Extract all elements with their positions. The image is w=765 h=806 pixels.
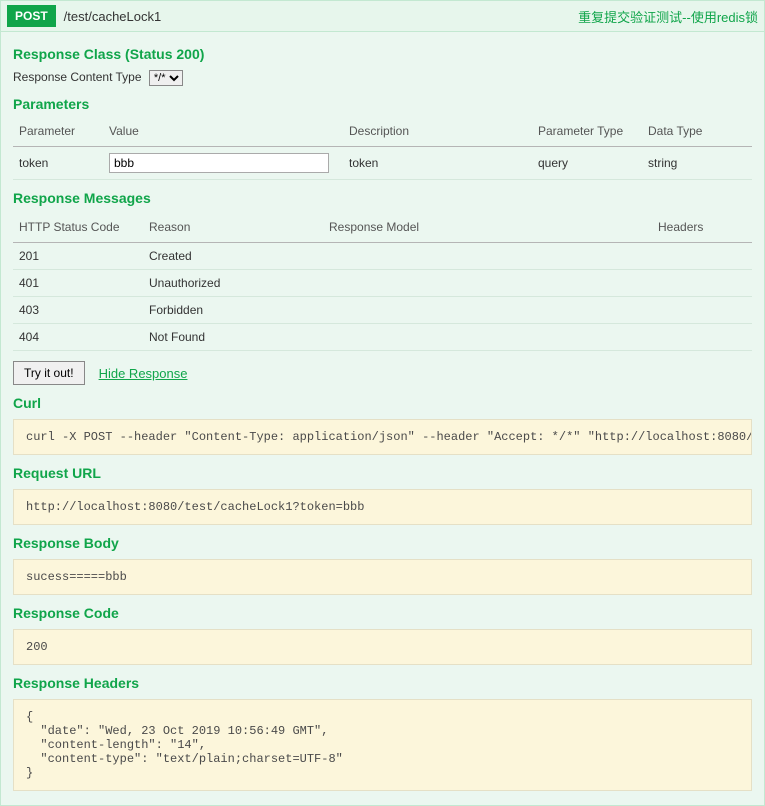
- endpoint-path: /test/cacheLock1: [64, 9, 162, 24]
- status-reason: Forbidden: [143, 297, 323, 324]
- content-type-select[interactable]: */*: [149, 70, 183, 86]
- col-value: Value: [103, 120, 343, 147]
- parameters-header-row: Parameter Value Description Parameter Ty…: [13, 120, 752, 147]
- response-messages-title: Response Messages: [13, 190, 752, 206]
- response-messages-header-row: HTTP Status Code Reason Response Model H…: [13, 214, 752, 243]
- curl-command: curl -X POST --header "Content-Type: app…: [26, 430, 752, 444]
- col-param-type: Parameter Type: [532, 120, 642, 147]
- status-code: 401: [13, 270, 143, 297]
- actions-row: Try it out! Hide Response: [13, 361, 752, 385]
- table-row: 201 Created: [13, 243, 752, 270]
- operation-panel: POST /test/cacheLock1 重复提交验证测试--使用redis锁…: [0, 0, 765, 806]
- try-it-out-button[interactable]: Try it out!: [13, 361, 85, 385]
- response-headers-title: Response Headers: [13, 675, 752, 691]
- col-http-status: HTTP Status Code: [13, 214, 143, 243]
- status-reason: Not Found: [143, 324, 323, 351]
- status-code: 403: [13, 297, 143, 324]
- status-reason: Unauthorized: [143, 270, 323, 297]
- request-url-box: http://localhost:8080/test/cacheLock1?to…: [13, 489, 752, 525]
- status-reason: Created: [143, 243, 323, 270]
- status-code: 404: [13, 324, 143, 351]
- response-body-title: Response Body: [13, 535, 752, 551]
- response-code-box: 200: [13, 629, 752, 665]
- response-class-title: Response Class (Status 200): [13, 46, 752, 62]
- request-url-title: Request URL: [13, 465, 752, 481]
- operation-body: Response Class (Status 200) Response Con…: [1, 32, 764, 805]
- curl-title: Curl: [13, 395, 752, 411]
- col-description: Description: [343, 120, 532, 147]
- col-parameter: Parameter: [13, 120, 103, 147]
- col-response-model: Response Model: [323, 214, 652, 243]
- table-row: 404 Not Found: [13, 324, 752, 351]
- hide-response-link[interactable]: Hide Response: [99, 366, 188, 381]
- table-row: token token query string: [13, 147, 752, 180]
- param-value-input[interactable]: [109, 153, 329, 173]
- param-data-type: string: [642, 147, 752, 180]
- response-code-title: Response Code: [13, 605, 752, 621]
- parameters-table: Parameter Value Description Parameter Ty…: [13, 120, 752, 180]
- response-headers-box: { "date": "Wed, 23 Oct 2019 10:56:49 GMT…: [13, 699, 752, 791]
- status-code: 201: [13, 243, 143, 270]
- operation-header[interactable]: POST /test/cacheLock1 重复提交验证测试--使用redis锁: [1, 1, 764, 32]
- operation-summary: 重复提交验证测试--使用redis锁: [578, 7, 758, 26]
- content-type-label: Response Content Type: [13, 70, 142, 84]
- response-messages-table: HTTP Status Code Reason Response Model H…: [13, 214, 752, 351]
- http-method-badge: POST: [7, 5, 56, 27]
- col-headers: Headers: [652, 214, 752, 243]
- response-body-box: sucess=====bbb: [13, 559, 752, 595]
- parameters-title: Parameters: [13, 96, 752, 112]
- param-type: query: [532, 147, 642, 180]
- table-row: 401 Unauthorized: [13, 270, 752, 297]
- table-row: 403 Forbidden: [13, 297, 752, 324]
- param-name: token: [13, 147, 103, 180]
- content-type-row: Response Content Type */*: [13, 70, 752, 86]
- param-description: token: [343, 147, 532, 180]
- curl-box[interactable]: curl -X POST --header "Content-Type: app…: [13, 419, 752, 455]
- col-reason: Reason: [143, 214, 323, 243]
- col-data-type: Data Type: [642, 120, 752, 147]
